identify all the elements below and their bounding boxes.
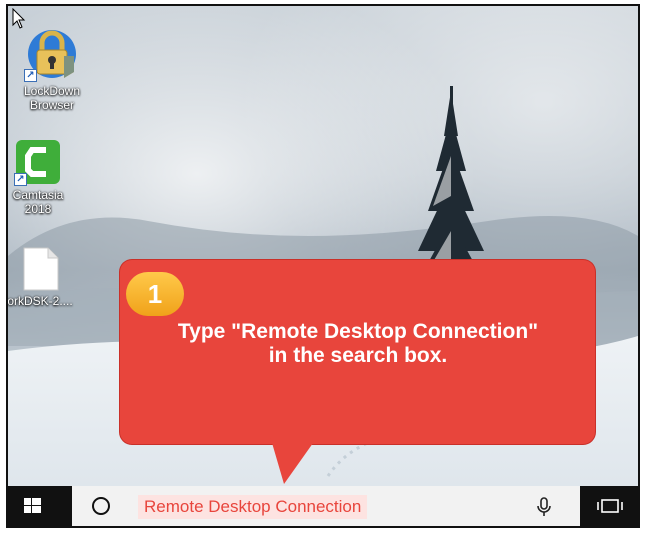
start-button[interactable] <box>8 486 72 526</box>
microphone-icon[interactable] <box>536 496 552 518</box>
callout-pointer <box>270 436 318 484</box>
taskbar: Remote Desktop Connection <box>8 486 638 526</box>
document-icon <box>20 246 60 292</box>
search-input[interactable]: Remote Desktop Connection <box>138 495 368 519</box>
desktop-icon-document[interactable]: orkDSK-2.... <box>8 246 84 308</box>
shortcut-arrow-icon: ↗ <box>14 173 27 186</box>
desktop: ↗ LockDown Browser ↗ Camtasia 2018 orkDS… <box>8 6 638 486</box>
icon-label-line1: orkDSK-2.... <box>8 294 73 308</box>
step-number-badge: 1 <box>126 272 184 316</box>
mouse-pointer-icon <box>12 8 26 29</box>
taskbar-search-box[interactable]: Remote Desktop Connection <box>72 486 580 526</box>
icon-label-line1: LockDown <box>23 84 81 98</box>
desktop-icon-camtasia[interactable]: ↗ Camtasia 2018 <box>8 138 82 216</box>
icon-label-line2: 2018 <box>24 202 52 216</box>
camtasia-icon: ↗ <box>14 138 62 186</box>
lockdown-browser-icon: ↗ <box>24 28 80 82</box>
desktop-icon-lockdown-browser[interactable]: ↗ LockDown Browser <box>8 28 96 112</box>
screenshot-frame: ↗ LockDown Browser ↗ Camtasia 2018 orkDS… <box>6 4 640 528</box>
icon-label-line1: Camtasia <box>12 188 64 202</box>
shortcut-arrow-icon: ↗ <box>24 69 37 82</box>
callout-text: Type "Remote Desktop Connection" in the … <box>177 320 539 367</box>
cortana-circle-icon[interactable] <box>92 497 110 515</box>
windows-start-icon <box>24 498 41 513</box>
task-view-icon[interactable] <box>596 498 624 514</box>
icon-label-line2: Browser <box>29 98 74 112</box>
